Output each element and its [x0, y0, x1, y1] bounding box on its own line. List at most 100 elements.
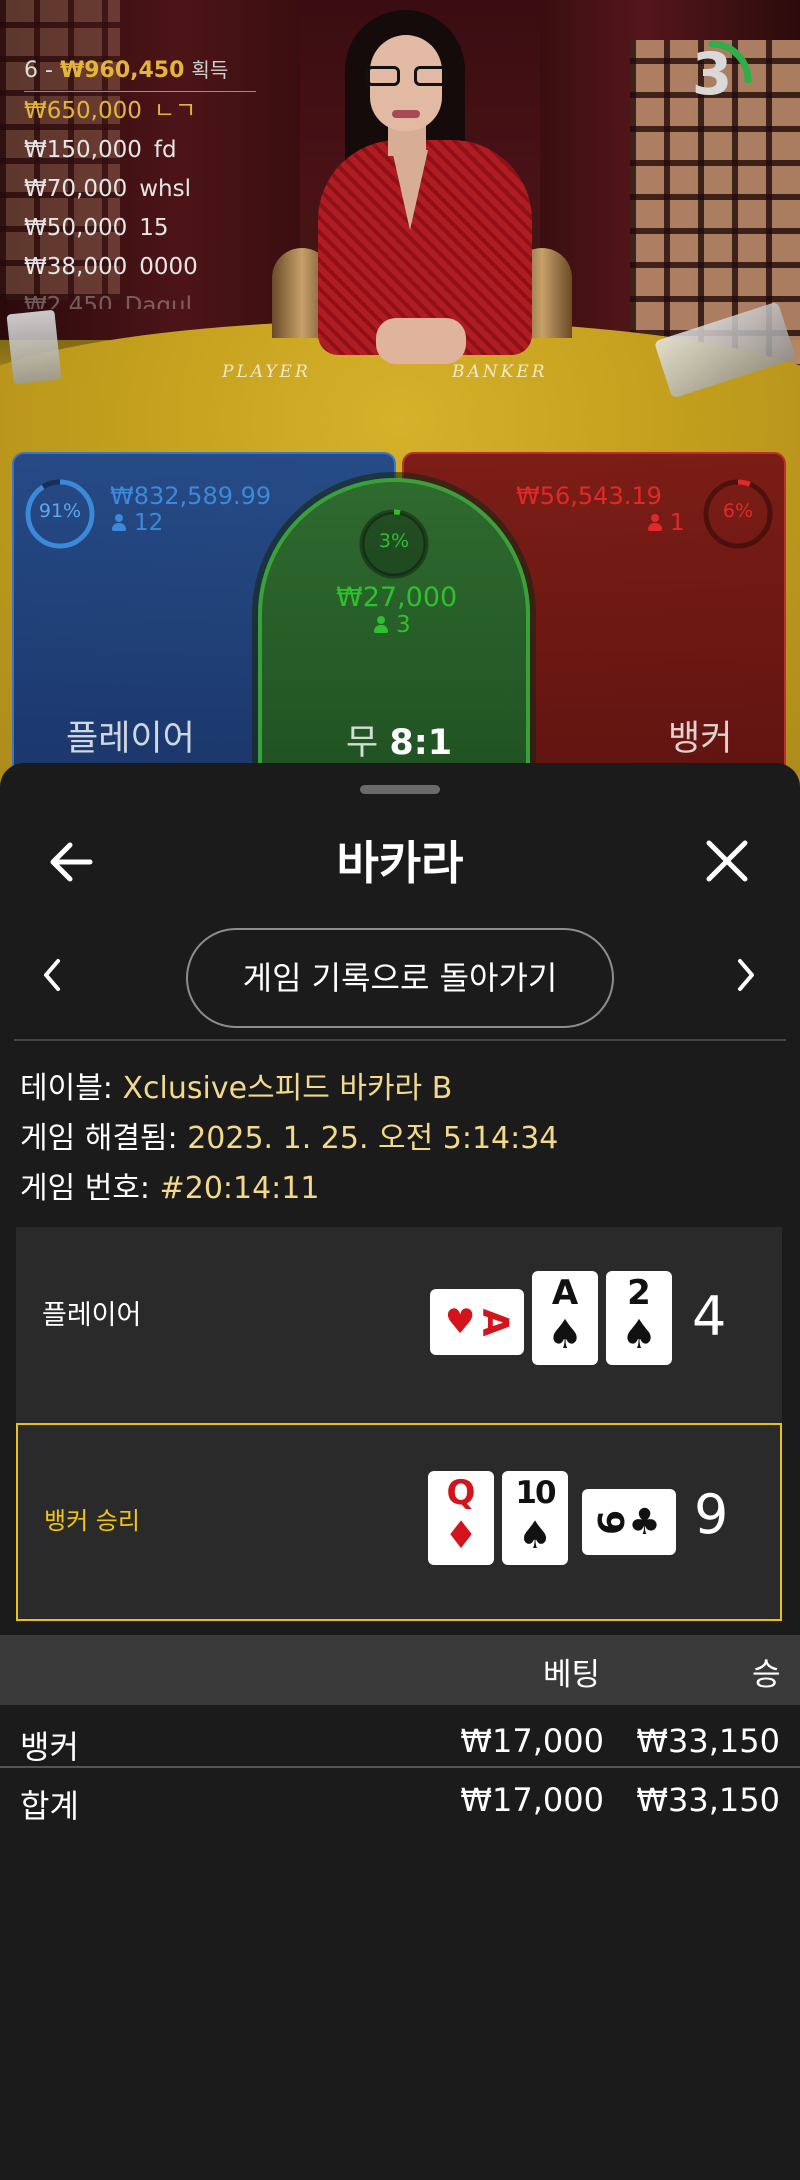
player-bettor-count: 12	[134, 510, 164, 536]
winners-rows: ₩650,000 ㄴㄱ ₩150,000 fd ₩70,000 whsl ₩50,000 15…	[24, 92, 256, 309]
playing-card: A ♠	[532, 1271, 598, 1365]
card-rank: 2	[627, 1273, 651, 1313]
previous-game-button[interactable]	[30, 945, 74, 1005]
bet-panel-tie[interactable]: 3% ₩27,000 3 무 8:1	[258, 478, 530, 790]
winners-top-label: 획득	[191, 58, 229, 82]
sheet-title: 바카라	[336, 836, 464, 890]
live-video: PLAYER BANKER 6 - ₩960,450 획득 ₩650,000 ㄴㄱ…	[0, 0, 800, 790]
playing-card: 9 ♣	[582, 1489, 676, 1555]
winners-top-rank: 6	[24, 58, 38, 83]
back-to-history-button[interactable]: 게임 기록으로 돌아가기	[186, 928, 614, 1028]
winner-row: ₩150,000 fd	[24, 131, 256, 170]
info-table: 테이블: Xclusive스피드 바카라 B	[20, 1063, 452, 1107]
player-hand-label: 플레이어	[42, 1300, 142, 1331]
dealer-hands	[376, 318, 466, 364]
tie-name: 무	[346, 723, 379, 763]
user-icon	[374, 616, 388, 633]
banker-bettor-count: 1	[670, 510, 685, 536]
tie-label: 무 8:1	[346, 714, 452, 765]
winner-amount: ₩38,000	[24, 254, 128, 280]
winner-name: 15	[139, 215, 169, 241]
info-resolved: 게임 해결됨: 2025. 1. 25. 오전 5:14:34	[20, 1113, 558, 1157]
divider	[14, 1039, 786, 1041]
banker-hand-score: 9	[694, 1483, 729, 1546]
card-suit: ♠	[621, 1312, 657, 1358]
card-rank: A	[474, 1308, 516, 1336]
felt-label-player: PLAYER	[222, 362, 311, 382]
playing-card: ♥ A	[430, 1289, 524, 1355]
tie-percent-ring: 3%	[358, 508, 430, 580]
close-icon	[706, 840, 748, 882]
player-percent: 91%	[38, 500, 82, 522]
game-history-sheet: 바카라 게임 기록으로 돌아가기 테이블: Xclusive스피드 바카라 B …	[0, 763, 800, 2180]
tie-bet-total: ₩27,000	[336, 582, 458, 613]
bets-total-row: 합계 ₩17,000 ₩33,150	[0, 1773, 800, 1831]
winner-amount: ₩70,000	[24, 176, 128, 202]
card-rank: A	[551, 1273, 579, 1313]
timer-seconds: 3	[691, 40, 733, 108]
card-suit: ♦	[443, 1513, 479, 1557]
close-button[interactable]	[692, 825, 762, 895]
card-rank: 9	[589, 1509, 631, 1535]
banker-hand-label: 뱅커 승리	[44, 1507, 140, 1535]
user-icon	[112, 514, 126, 531]
bets-row: 뱅커 ₩17,000 ₩33,150	[0, 1714, 800, 1772]
card-rank: Q	[446, 1473, 476, 1513]
info-number-value: #20:14:11	[159, 1171, 320, 1206]
bets-row-divider	[0, 1766, 800, 1768]
banker-percent: 6%	[722, 500, 754, 522]
player-bettors: 12	[112, 510, 163, 536]
chevron-right-icon	[738, 959, 754, 991]
bets-row-win: ₩33,150	[636, 1722, 780, 1760]
tie-payout: 8:1	[389, 723, 453, 763]
card-discard-tray	[6, 309, 62, 385]
card-suit: ♠	[547, 1312, 583, 1358]
bets-header-bet: 베팅	[543, 1657, 601, 1693]
banker-hand: 뱅커 승리 Q ♦ 10 ♠ 9 ♣ 9	[16, 1423, 782, 1621]
bets-table-header: 베팅 승	[0, 1635, 800, 1705]
winner-row: ₩50,000 15	[24, 209, 256, 248]
winner-amount: ₩50,000	[24, 215, 128, 241]
dealer-glasses	[366, 66, 448, 88]
playing-card: 10 ♠	[502, 1471, 568, 1565]
countdown-timer: 3	[672, 30, 762, 120]
playing-card: 2 ♠	[606, 1271, 672, 1365]
banker-label: 뱅커	[668, 719, 733, 759]
player-percent-ring: 91%	[24, 478, 96, 550]
tie-bettors: 3	[374, 612, 411, 638]
winner-row: ₩38,000 0000	[24, 248, 256, 287]
next-game-button[interactable]	[724, 945, 768, 1005]
tie-percent: 3%	[378, 530, 410, 552]
tie-bettor-count: 3	[396, 612, 411, 638]
bets-header-win: 승	[752, 1657, 781, 1693]
winner-name: fd	[153, 137, 177, 163]
banker-bettors: 1	[648, 510, 685, 536]
winners-top-amount: ₩960,450	[59, 58, 185, 83]
winner-amount: ₩2,450	[24, 293, 113, 309]
winner-name: ㄴㄱ	[153, 98, 197, 124]
user-icon	[648, 514, 662, 531]
info-table-label: 테이블:	[20, 1071, 123, 1106]
bets-total-win: ₩33,150	[636, 1781, 780, 1819]
info-resolved-label: 게임 해결됨:	[20, 1121, 188, 1156]
winner-amount: ₩150,000	[24, 137, 142, 163]
bets-row-bet: ₩17,000	[460, 1722, 604, 1760]
info-table-value: Xclusive스피드 바카라 B	[122, 1071, 453, 1106]
winner-row: ₩2,450 Dagul	[24, 287, 256, 309]
felt-label-banker: BANKER	[452, 362, 548, 382]
player-label: 플레이어	[66, 719, 195, 759]
info-resolved-value: 2025. 1. 25. 오전 5:14:34	[187, 1121, 559, 1156]
card-rank: 10	[515, 1475, 556, 1511]
bets-row-name: 뱅커	[20, 1728, 79, 1766]
player-hand-score: 4	[692, 1285, 727, 1348]
winner-row: ₩70,000 whsl	[24, 170, 256, 209]
winners-list: 6 - ₩960,450 획득 ₩650,000 ㄴㄱ ₩150,000 fd ₩70,…	[24, 54, 256, 309]
player-hand: 플레이어 ♥ A A ♠ 2 ♠ 4	[16, 1227, 782, 1423]
sheet-drag-handle[interactable]	[360, 785, 440, 794]
card-suit: ♥	[444, 1302, 476, 1342]
banker-bet-total: ₩56,543.19	[516, 482, 662, 510]
bets-total-name: 합계	[20, 1787, 79, 1825]
card-suit: ♠	[517, 1513, 553, 1557]
player-bet-total: ₩832,589.99	[110, 482, 272, 510]
playing-card: Q ♦	[428, 1471, 494, 1565]
